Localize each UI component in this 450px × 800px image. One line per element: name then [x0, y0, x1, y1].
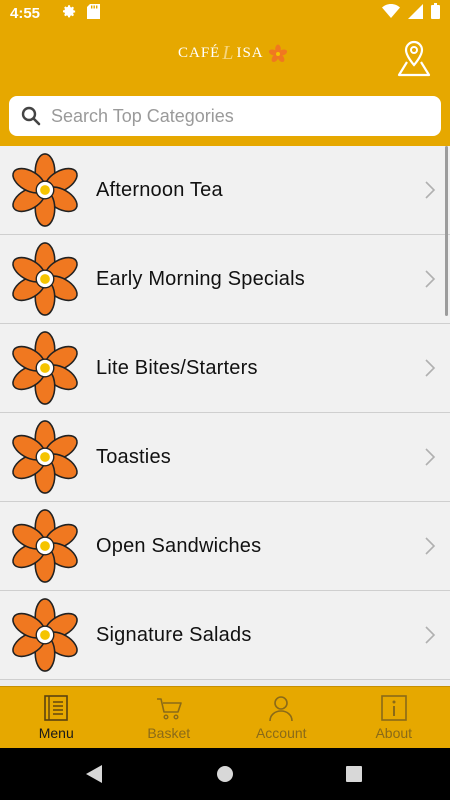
battery-icon — [431, 3, 440, 23]
status-time: 4:55 — [10, 4, 41, 22]
category-row[interactable]: Early Morning Specials — [0, 235, 450, 324]
category-row[interactable]: Afternoon Tea — [0, 146, 450, 235]
cafe-lisa-logo: CAFÉ L ISA — [178, 42, 288, 65]
menu-book-icon — [44, 695, 69, 721]
location-button[interactable] — [395, 38, 433, 78]
wifi-icon — [382, 4, 400, 22]
home-button[interactable] — [216, 765, 234, 788]
gear-icon — [62, 4, 77, 23]
recents-button[interactable] — [346, 766, 362, 787]
nav-menu-label: Menu — [38, 725, 74, 741]
category-list[interactable]: Afternoon Tea Early Morning Specials Lit… — [0, 146, 450, 686]
category-row[interactable]: Open Sandwiches — [0, 502, 450, 591]
system-nav-bar — [0, 748, 450, 800]
back-icon — [86, 765, 102, 783]
nav-basket-label: Basket — [147, 725, 191, 741]
cart-icon — [156, 698, 182, 720]
bottom-nav: Menu Basket Account About — [0, 686, 450, 748]
nav-menu[interactable]: Menu — [0, 687, 113, 748]
search-box[interactable] — [9, 96, 441, 136]
logo-text-left: CAFÉ — [178, 45, 221, 61]
status-bar: 4:55 — [0, 0, 450, 26]
category-label: Open Sandwiches — [96, 534, 262, 557]
category-row[interactable]: Toasties — [0, 413, 450, 502]
chevron-right-icon — [425, 359, 436, 377]
scrollbar[interactable] — [445, 146, 448, 316]
category-row[interactable]: Lite Bites/Starters — [0, 324, 450, 413]
category-label: Lite Bites/Starters — [96, 356, 258, 379]
nav-basket[interactable]: Basket — [113, 687, 226, 748]
app-bar: CAFÉ L ISA — [0, 26, 450, 90]
chevron-right-icon — [425, 448, 436, 466]
category-label: Early Morning Specials — [96, 267, 305, 290]
category-label: Afternoon Tea — [96, 178, 223, 201]
chevron-right-icon — [425, 270, 436, 288]
person-icon — [269, 696, 294, 722]
nav-account[interactable]: Account — [225, 687, 338, 748]
chevron-right-icon — [425, 181, 436, 199]
sd-card-icon — [87, 3, 101, 23]
nav-about-label: About — [375, 725, 413, 741]
flower-icon — [12, 331, 78, 405]
search-bar-container — [0, 90, 450, 146]
flower-icon — [12, 242, 78, 316]
logo-text-right: ISA — [236, 45, 264, 61]
category-label: Signature Salads — [96, 623, 252, 646]
info-icon — [380, 695, 407, 721]
location-pin-icon — [397, 40, 431, 77]
logo-flower-icon — [268, 44, 287, 62]
back-button[interactable] — [86, 765, 102, 788]
flower-icon — [12, 509, 78, 583]
flower-icon — [12, 153, 78, 227]
home-icon — [217, 766, 233, 782]
search-icon — [21, 106, 41, 126]
nav-account-label: Account — [255, 725, 307, 741]
nav-about[interactable]: About — [338, 687, 450, 748]
flower-icon — [12, 598, 78, 672]
signal-icon — [408, 3, 423, 23]
chevron-right-icon — [425, 626, 436, 644]
category-label: Toasties — [96, 445, 171, 468]
category-row[interactable]: Signature Salads — [0, 591, 450, 680]
logo-text-mid: L — [222, 42, 235, 64]
flower-icon — [12, 420, 78, 494]
search-input[interactable] — [51, 105, 411, 127]
recents-icon — [346, 766, 362, 782]
chevron-right-icon — [425, 537, 436, 555]
